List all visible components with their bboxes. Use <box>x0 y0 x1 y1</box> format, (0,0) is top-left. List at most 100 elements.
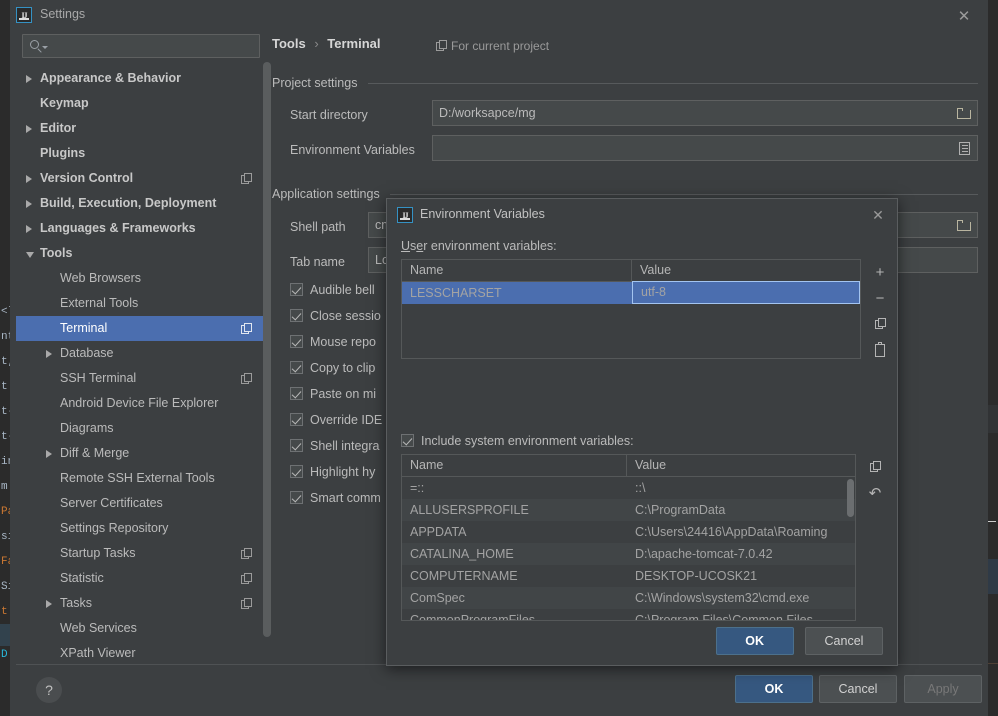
checkbox[interactable] <box>290 465 303 478</box>
chevron-right-icon[interactable] <box>46 600 52 608</box>
column-header-name[interactable]: Name <box>402 455 627 476</box>
include-system-variables-row[interactable]: Include system environment variables: <box>401 434 634 448</box>
chevron-down-icon[interactable] <box>26 252 34 262</box>
copy-system-variable-button[interactable] <box>862 454 888 480</box>
add-variable-button[interactable]: + <box>867 259 893 285</box>
help-button[interactable]: ? <box>36 677 62 703</box>
sidebar-item-xpath-viewer[interactable]: XPath Viewer <box>16 641 266 664</box>
system-table-scrollbar-thumb[interactable] <box>847 479 854 517</box>
chevron-right-icon[interactable] <box>46 450 52 458</box>
column-header-value[interactable]: Value <box>632 260 671 281</box>
sidebar-item-tasks[interactable]: Tasks <box>16 591 266 616</box>
sidebar-item-diff-merge[interactable]: Diff & Merge <box>16 441 266 466</box>
sidebar-item-web-browsers[interactable]: Web Browsers <box>16 266 266 291</box>
sidebar-item-web-services[interactable]: Web Services <box>16 616 266 641</box>
sidebar-item-editor[interactable]: Editor <box>16 116 266 141</box>
checkbox[interactable] <box>290 387 303 400</box>
chevron-right-icon[interactable] <box>26 200 32 208</box>
search-wrapper <box>16 30 266 64</box>
checkbox-label: Smart comm <box>310 491 381 505</box>
copy-variable-button[interactable] <box>867 311 893 337</box>
cell-name[interactable]: LESSCHARSET <box>402 282 632 304</box>
include-system-variables-checkbox[interactable] <box>401 434 414 447</box>
search-box[interactable] <box>22 34 260 58</box>
checkbox-row[interactable]: Mouse repo <box>290 335 376 349</box>
sidebar-item-tools[interactable]: Tools <box>16 241 266 266</box>
breadcrumb-parent[interactable]: Tools <box>272 36 306 51</box>
checkbox-row[interactable]: Close sessio <box>290 309 381 323</box>
checkbox-row[interactable]: Audible bell <box>290 283 375 297</box>
folder-icon[interactable] <box>957 108 971 119</box>
chevron-right-icon[interactable] <box>26 225 32 233</box>
sidebar-item-languages-frameworks[interactable]: Languages & Frameworks <box>16 216 266 241</box>
table-row[interactable]: COMPUTERNAME DESKTOP-UCOSK21 <box>402 565 855 587</box>
paste-variable-button[interactable] <box>867 337 893 363</box>
checkbox[interactable] <box>290 283 303 296</box>
checkbox-row[interactable]: Shell integra <box>290 439 380 453</box>
cell-value[interactable]: utf-8 <box>632 281 860 304</box>
table-row[interactable]: CommonProgramFiles C:\Program Files\Commo… <box>402 609 855 620</box>
checkbox[interactable] <box>290 413 303 426</box>
checkbox-row[interactable]: Highlight hy <box>290 465 375 479</box>
sidebar-item-label: Web Services <box>60 621 137 635</box>
cancel-button[interactable]: Cancel <box>819 675 897 703</box>
table-row[interactable]: ALLUSERSPROFILE C:\ProgramData <box>402 499 855 521</box>
column-header-value[interactable]: Value <box>627 455 666 476</box>
sidebar-item-database[interactable]: Database <box>16 341 266 366</box>
checkbox-row[interactable]: Copy to clip <box>290 361 375 375</box>
reset-system-variables-button[interactable]: ↶ <box>862 480 888 506</box>
chevron-right-icon[interactable] <box>26 125 32 133</box>
checkbox-row[interactable]: Override IDE <box>290 413 382 427</box>
system-variables-table[interactable]: Name Value =::::\ ALLUSERSPROFILE C:\Progr… <box>401 454 856 621</box>
folder-icon[interactable] <box>957 220 971 231</box>
sidebar-item-statistic[interactable]: Statistic <box>16 566 266 591</box>
sidebar-item-appearance-behavior[interactable]: Appearance & Behavior <box>16 66 266 91</box>
checkbox-row[interactable]: Paste on mi <box>290 387 376 401</box>
checkbox[interactable] <box>290 309 303 322</box>
remove-variable-button[interactable]: − <box>867 285 893 311</box>
user-variables-table[interactable]: Name Value LESSCHARSET utf-8 <box>401 259 861 359</box>
sidebar-item-remote-ssh-external-tools[interactable]: Remote SSH External Tools <box>16 466 266 491</box>
checkbox[interactable] <box>290 335 303 348</box>
sidebar-item-build-execution-deployment[interactable]: Build, Execution, Deployment <box>16 191 266 216</box>
sidebar-item-label: Server Certificates <box>60 496 163 510</box>
sidebar-item-label: Languages & Frameworks <box>40 221 196 235</box>
checkbox-row[interactable]: Smart comm <box>290 491 381 505</box>
close-icon[interactable]: ✕ <box>869 206 887 224</box>
checkbox[interactable] <box>290 491 303 504</box>
shell-path-label: Shell path <box>290 220 346 234</box>
close-icon[interactable]: ✕ <box>954 6 974 26</box>
chevron-right-icon[interactable] <box>26 175 32 183</box>
dialog-ok-button[interactable]: OK <box>715 627 794 655</box>
sidebar-item-plugins[interactable]: Plugins <box>16 141 266 166</box>
search-input[interactable] <box>23 35 259 57</box>
settings-tree[interactable]: Appearance & Behavior Keymap Editor Plugins… <box>16 64 266 664</box>
sidebar-item-android-device-file-explorer[interactable]: Android Device File Explorer <box>16 391 266 416</box>
environment-variables-field[interactable] <box>432 135 978 161</box>
list-editor-icon[interactable] <box>959 142 970 155</box>
sidebar-item-diagrams[interactable]: Diagrams <box>16 416 266 441</box>
sidebar-item-keymap[interactable]: Keymap <box>16 91 266 116</box>
chevron-right-icon[interactable] <box>26 75 32 83</box>
sidebar-item-label: XPath Viewer <box>60 646 136 660</box>
cell-name: COMPUTERNAME <box>410 569 518 583</box>
sidebar-item-startup-tasks[interactable]: Startup Tasks <box>16 541 266 566</box>
sidebar-item-external-tools[interactable]: External Tools <box>16 291 266 316</box>
table-row[interactable]: APPDATA C:\Users\24416\AppData\Roaming <box>402 521 855 543</box>
sidebar-item-server-certificates[interactable]: Server Certificates <box>16 491 266 516</box>
column-header-name[interactable]: Name <box>402 260 632 281</box>
table-row[interactable]: CATALINA_HOME D:\apache-tomcat-7.0.42 <box>402 543 855 565</box>
dialog-cancel-button[interactable]: Cancel <box>805 627 883 655</box>
table-row[interactable]: LESSCHARSET utf-8 <box>402 281 860 304</box>
ok-button[interactable]: OK <box>735 675 813 703</box>
checkbox[interactable] <box>290 439 303 452</box>
sidebar-item-settings-repository[interactable]: Settings Repository <box>16 516 266 541</box>
start-directory-field[interactable]: D:/worksapce/mg <box>432 100 978 126</box>
checkbox[interactable] <box>290 361 303 374</box>
sidebar-item-terminal[interactable]: Terminal <box>16 316 266 341</box>
table-row[interactable]: ComSpec C:\Windows\system32\cmd.exe <box>402 587 855 609</box>
chevron-right-icon[interactable] <box>46 350 52 358</box>
sidebar-item-version-control[interactable]: Version Control <box>16 166 266 191</box>
table-row[interactable]: =::::\ <box>402 477 855 499</box>
sidebar-item-ssh-terminal[interactable]: SSH Terminal <box>16 366 266 391</box>
